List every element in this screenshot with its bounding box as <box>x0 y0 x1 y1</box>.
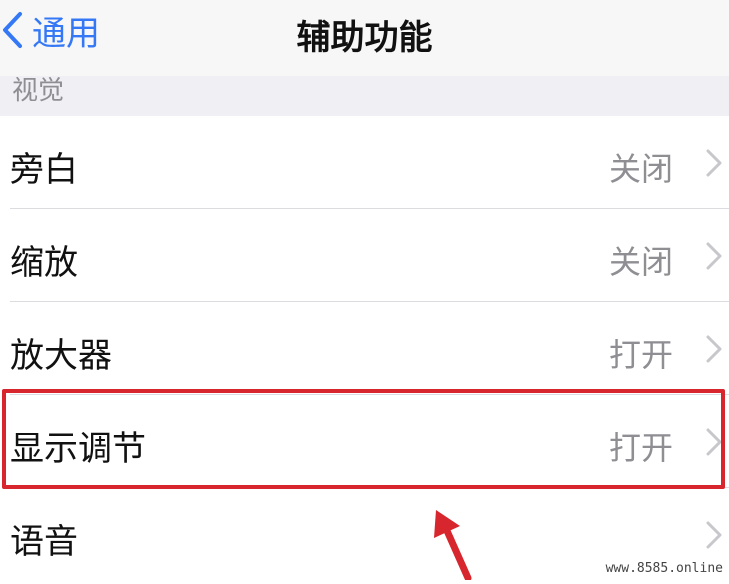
row-value: 关闭 <box>608 150 673 188</box>
watermark: www.8585.online <box>603 561 725 576</box>
row-value: 关闭 <box>608 243 673 281</box>
row-voiceover[interactable]: 旁白 关闭 <box>0 116 729 209</box>
row-magnifier[interactable]: 放大器 打开 <box>0 302 729 395</box>
row-value: 打开 <box>608 336 673 374</box>
settings-list: 旁白 关闭 缩放 关闭 放大器 打开 显示调节 打开 语音 <box>0 116 729 581</box>
arrow-icon <box>430 508 480 584</box>
chevron-right-icon <box>705 335 723 367</box>
row-label: 语音 <box>10 522 78 562</box>
row-label: 放大器 <box>10 336 112 376</box>
row-label: 缩放 <box>10 243 78 283</box>
row-display-accommodations[interactable]: 显示调节 打开 <box>0 395 729 488</box>
section-header-label: 视觉 <box>12 76 65 106</box>
page-title: 辅助功能 <box>296 18 433 58</box>
chevron-right-icon <box>705 242 723 274</box>
chevron-right-icon <box>705 521 723 553</box>
row-label: 旁白 <box>10 150 78 190</box>
row-zoom[interactable]: 缩放 关闭 <box>0 209 729 302</box>
navigation-bar: 通用 辅助功能 <box>0 0 729 77</box>
chevron-right-icon <box>705 428 723 460</box>
section-header: 视觉 <box>0 76 729 116</box>
row-value: 打开 <box>608 429 673 467</box>
row-label: 显示调节 <box>10 429 146 469</box>
chevron-right-icon <box>705 149 723 181</box>
